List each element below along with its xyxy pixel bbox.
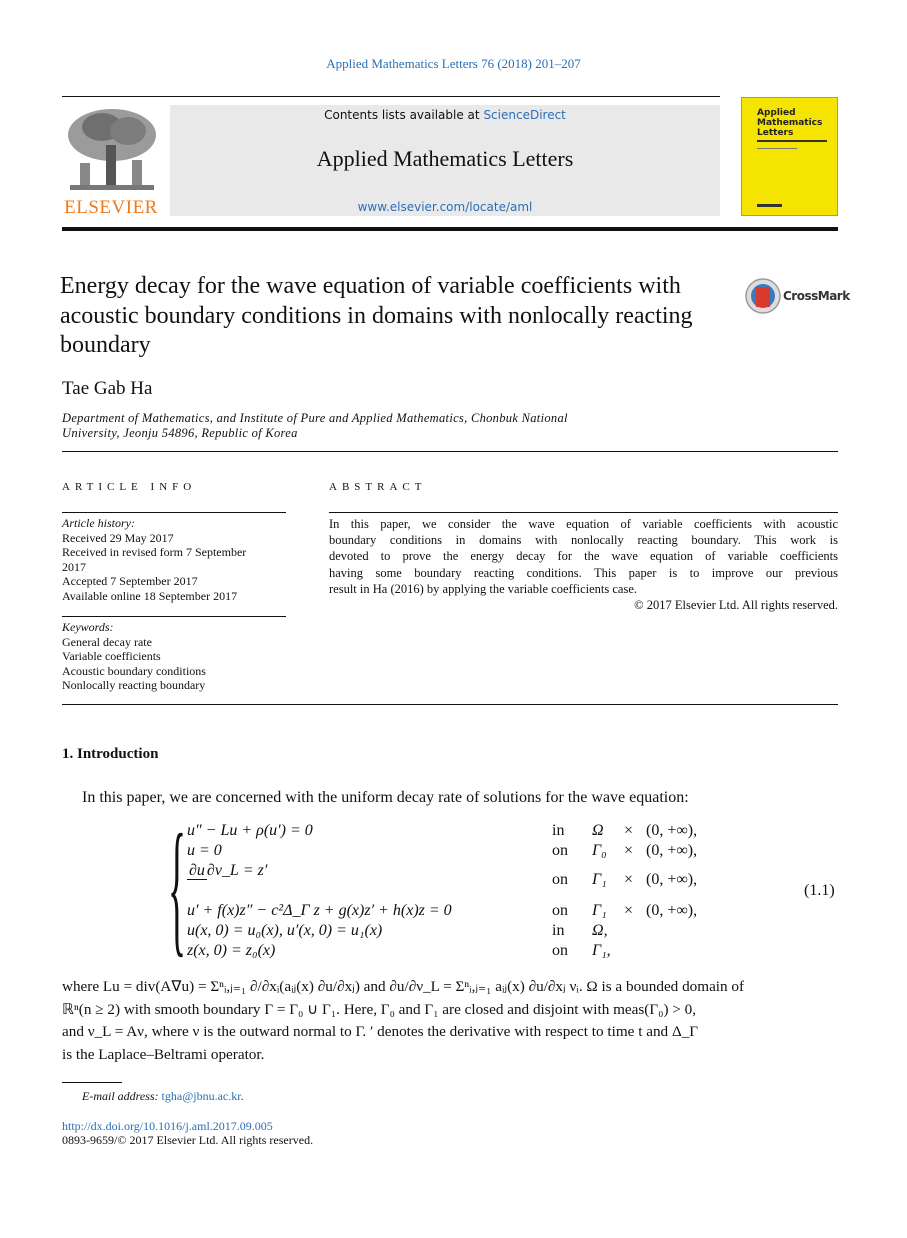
affiliation: Department of Mathematics, and Institute… [62,411,568,440]
email-link[interactable]: tgha@jbnu.ac.kr [162,1089,241,1103]
contents-text: Contents lists available at [324,108,484,122]
elsevier-tree-icon [62,105,160,197]
journal-cover-image[interactable]: Applied Mathematics Letters [741,97,838,216]
issn-copyright: 0893-9659/© 2017 Elsevier Ltd. All right… [62,1133,314,1147]
footnote-email: E-mail address: tgha@jbnu.ac.kr. [82,1089,244,1103]
keyword: Acoustic boundary conditions [62,663,206,678]
keyword: Variable coefficients [62,649,161,663]
sciencedirect-link[interactable]: ScienceDirect [483,108,565,122]
article-title: Energy decay for the wave equation of va… [60,273,693,358]
journal-header-box: Contents lists available at ScienceDirec… [170,105,720,216]
body-paragraph: where Lu = div(A∇u) = Σⁿᵢ,ⱼ₌₁ ∂/∂xᵢ(aᵢⱼ(… [62,978,745,1063]
author-name: Tae Gab Ha [62,378,153,399]
article-info-heading: ARTICLE INFO [62,481,197,493]
equation-number: (1.1) [804,882,835,899]
cover-title: Applied Mathematics Letters [757,108,823,138]
keyword: Nonlocally reacting boundary [62,678,206,692]
journal-url-link[interactable]: www.elsevier.com/locate/aml [170,200,720,214]
article-history: Article history: Received 29 May 2017 Rec… [62,516,247,603]
abstract-text: In this paper, we consider the wave equa… [329,517,838,613]
keyword: General decay rate [62,634,152,649]
equation-brace: { [168,804,186,970]
elsevier-logo[interactable]: ELSEVIER [62,105,160,218]
abstract-copyright: © 2017 Elsevier Ltd. All rights reserved… [634,598,838,613]
section-heading: 1. Introduction [62,746,159,762]
crossmark-icon [745,278,781,314]
journal-citation[interactable]: Applied Mathematics Letters 76 (2018) 20… [0,56,907,72]
crossmark-label: CrossMark [783,289,850,303]
abstract-heading: ABSTRACT [329,481,427,493]
journal-title: Applied Mathematics Letters [316,146,574,171]
crossmark-badge[interactable]: CrossMark [745,278,850,318]
elsevier-wordmark: ELSEVIER [64,197,158,218]
keywords-list: Keywords: General decay rate Variable coe… [62,620,206,692]
doi-link[interactable]: http://dx.doi.org/10.1016/j.aml.2017.09.… [62,1119,273,1134]
